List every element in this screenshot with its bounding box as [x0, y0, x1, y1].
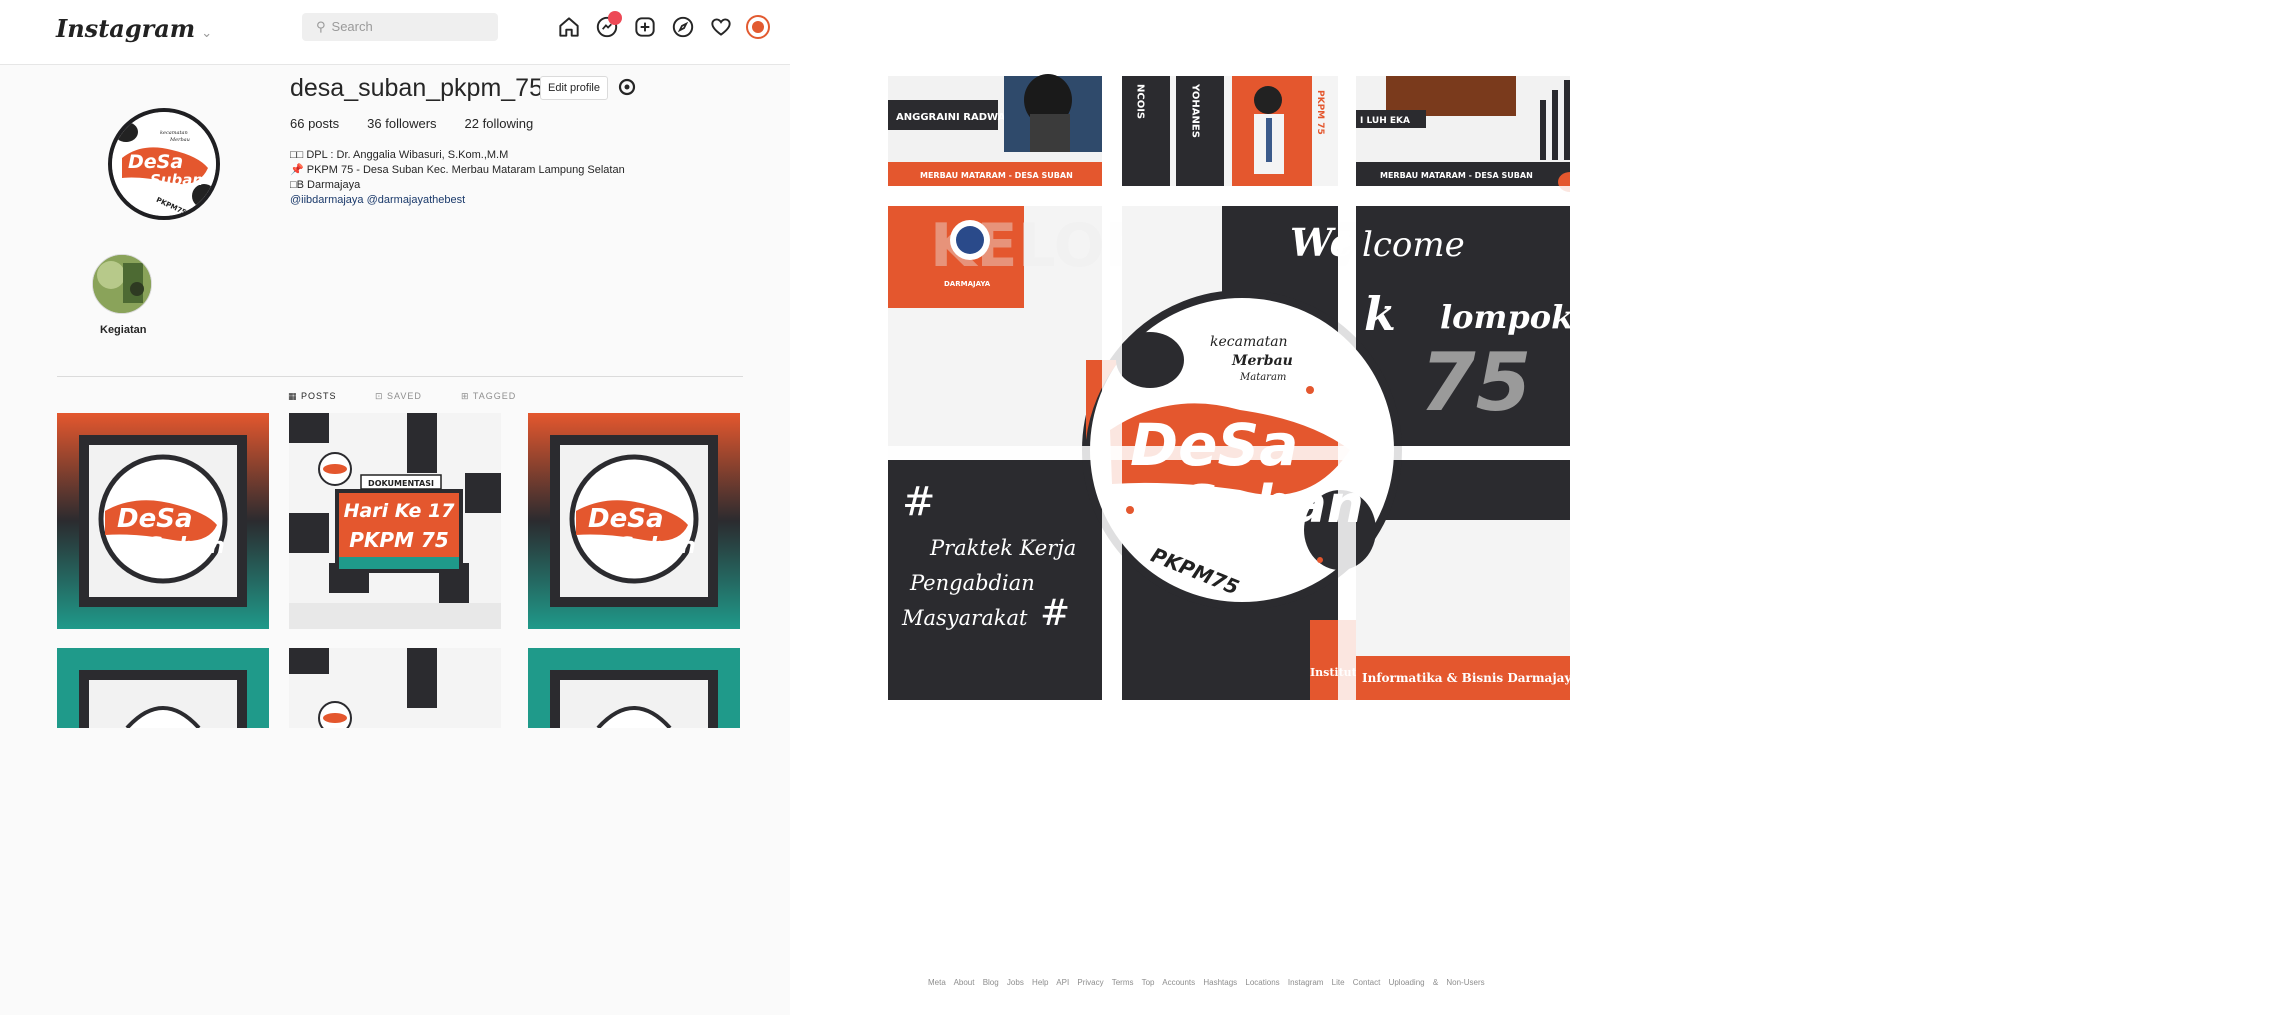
svg-text:DeSa: DeSa	[128, 151, 183, 173]
svg-text:PKPM 75: PKPM 75	[349, 528, 449, 552]
posts-count: 66 posts	[290, 116, 340, 131]
settings-gear-icon[interactable]	[617, 77, 637, 97]
svg-text:Masyarakat: Masyarakat	[901, 606, 1028, 630]
heart-icon[interactable]	[708, 14, 734, 40]
home-icon[interactable]	[556, 14, 582, 40]
svg-text:Suban: Suban	[1180, 475, 1364, 535]
followers-count[interactable]: 36 followers	[367, 116, 436, 131]
svg-text:#: #	[1040, 593, 1070, 634]
post-image-partial	[57, 648, 269, 730]
post-image-partial	[289, 648, 501, 735]
svg-text:k: k	[1364, 287, 1396, 341]
post-tile[interactable]: DeSa Suban	[57, 413, 269, 629]
svg-text:Mataram: Mataram	[1239, 372, 1286, 383]
post-dokumentasi-image: DOKUMENTASI Hari Ke 17 PKPM 75	[289, 413, 501, 629]
chevron-down-icon[interactable]: ⌄	[201, 26, 212, 41]
profile-bio: □□ DPL : Dr. Anggalia Wibasuri, S.Kom.,M…	[290, 148, 625, 208]
profile-avatar[interactable]: kecamatan Merbau DeSa Suban PKPM75	[108, 108, 220, 220]
svg-text:Pengabdian: Pengabdian	[909, 571, 1035, 595]
svg-text:DeSa: DeSa	[588, 504, 664, 534]
bio-line: □□ DPL : Dr. Anggalia Wibasuri, S.Kom.,M…	[290, 149, 509, 161]
grid-tile-top-mid: NCOIS YOHANES PKPM 75	[1122, 76, 1338, 186]
profile-avatar-icon[interactable]	[746, 15, 770, 39]
svg-text:DOKUMENTASI: DOKUMENTASI	[368, 479, 434, 488]
tab-tagged[interactable]: ⊞ TAGGED	[461, 391, 516, 402]
direct-messages-icon[interactable]	[594, 11, 622, 40]
svg-text:lompok: lompok	[1440, 298, 1573, 336]
search-input[interactable]: ⚲ Search	[302, 13, 498, 41]
grid-collage-image[interactable]: ANGGRAINI RADWANI MERBAU MATARAM - DESA …	[880, 60, 2278, 970]
svg-text:MERBAU MATARAM - DESA SUBAN: MERBAU MATARAM - DESA SUBAN	[920, 171, 1073, 180]
svg-text:Merbau: Merbau	[1231, 353, 1293, 369]
post-desa-suban-image: DeSa Suban	[528, 413, 740, 629]
top-navigation-bar: Instagram ⌄ ⚲ Search	[0, 0, 790, 65]
svg-text:ANGGRAINI RADWANI: ANGGRAINI RADWANI	[896, 112, 1017, 123]
edit-profile-button[interactable]: Edit profile	[540, 76, 608, 100]
svg-text:75: 75	[1420, 336, 1531, 429]
profile-grid-zoomed: ANGGRAINI RADWANI MERBAU MATARAM - DESA …	[880, 60, 2278, 1015]
svg-text:MERBAU MATARAM - DESA SUBAN: MERBAU MATARAM - DESA SUBAN	[1380, 171, 1533, 180]
following-count[interactable]: 22 following	[465, 116, 534, 131]
tabs-divider	[57, 376, 743, 377]
highlight-label: Kegiatan	[100, 324, 147, 336]
profile-stats: 66 posts 36 followers 22 following	[290, 116, 533, 131]
svg-text:Informatika & Bisnis Darmajaya: Informatika & Bisnis Darmajaya	[1362, 671, 1579, 685]
grid-tile-top-right: I LUH EKA MERBAU MATARAM - DESA SUBAN	[1356, 76, 1570, 186]
desa-suban-logo-avatar: kecamatan Merbau DeSa Suban PKPM75	[112, 112, 216, 216]
svg-text:kecamatan: kecamatan	[1210, 334, 1288, 350]
notification-badge	[608, 11, 622, 25]
footer-links[interactable]: Meta About Blog Jobs Help API Privacy Te…	[928, 978, 1485, 987]
tab-saved[interactable]: ⊡ SAVED	[375, 391, 422, 402]
svg-text:DARMAJAYA: DARMAJAYA	[944, 280, 991, 288]
svg-text:Hari Ke 17: Hari Ke 17	[344, 500, 456, 522]
grid-tile-middle-left: # Praktek Kerja Pengabdian Masyarakat #	[888, 366, 1102, 700]
nav-icons	[556, 11, 770, 40]
post-tile[interactable]	[57, 648, 269, 1015]
svg-text:I LUH EKA: I LUH EKA	[1360, 116, 1410, 126]
svg-text:PKPM 75: PKPM 75	[1315, 90, 1325, 135]
post-tile[interactable]: DOKUMENTASI Hari Ke 17 PKPM 75	[289, 413, 501, 629]
svg-text:Suban: Suban	[618, 534, 696, 559]
highlight-thumbnail	[93, 255, 151, 313]
story-highlight[interactable]	[92, 254, 152, 314]
svg-text:DeSa: DeSa	[1130, 411, 1298, 479]
post-image-partial	[528, 648, 740, 730]
svg-text:Suban: Suban	[147, 534, 225, 559]
instagram-profile-panel: Instagram ⌄ ⚲ Search kecamatan Merbau DeSa…	[0, 0, 790, 1015]
svg-text:lcome: lcome	[1362, 225, 1465, 265]
bio-line: 📌 PKPM 75 - Desa Suban Kec. Merbau Matar…	[290, 164, 625, 176]
post-desa-suban-image: DeSa Suban	[57, 413, 269, 629]
bio-links[interactable]: @iibdarmajaya @darmajayathebest	[290, 193, 625, 208]
svg-text:kecamatan: kecamatan	[160, 130, 188, 136]
svg-text:NCOIS: NCOIS	[1135, 84, 1146, 119]
post-tile[interactable]	[289, 648, 501, 1015]
grid-tile-top-left: ANGGRAINI RADWANI MERBAU MATARAM - DESA …	[888, 74, 1102, 186]
svg-text:YOHANES: YOHANES	[1190, 83, 1201, 138]
instagram-logo[interactable]: Instagram ⌄	[56, 14, 212, 43]
post-tile[interactable]	[528, 648, 740, 1015]
svg-text:#: #	[902, 479, 936, 525]
search-icon: ⚲	[316, 19, 326, 34]
svg-text:Praktek Kerja: Praktek Kerja	[929, 536, 1076, 560]
svg-text:Merbau: Merbau	[169, 137, 190, 143]
new-post-icon[interactable]	[632, 14, 658, 40]
tab-posts[interactable]: ▦ POSTS	[288, 391, 337, 402]
svg-text:DeSa: DeSa	[117, 504, 193, 534]
svg-text:Suban: Suban	[150, 171, 203, 189]
post-tile[interactable]: DeSa Suban	[528, 413, 740, 629]
bio-line: □B Darmajaya	[290, 179, 361, 191]
explore-icon[interactable]	[670, 14, 696, 40]
